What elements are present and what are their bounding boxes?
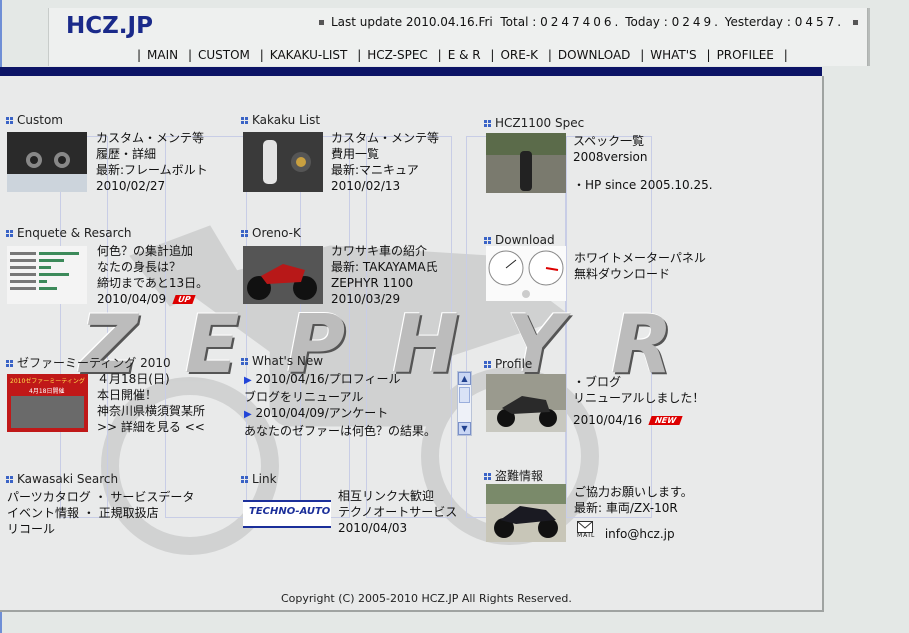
new-badge: NEW (648, 416, 683, 425)
email-address[interactable]: info@hcz.jp (605, 527, 675, 541)
nav-kakaku-list[interactable]: KAKAKU-LIST (270, 48, 348, 62)
blue-bullet-icon (484, 473, 491, 480)
blue-bullet-icon (241, 476, 248, 483)
blue-bullet-icon (484, 237, 491, 244)
news-item[interactable]: あなたのゼファーは何色？の結果。 (244, 423, 436, 437)
profile-thumbnail[interactable] (486, 374, 566, 432)
link-text[interactable]: 相互リンク大歓迎 テクノオートサービス 2010/04/03 (338, 488, 457, 536)
play-arrow-icon: ▶ (244, 375, 252, 386)
custom-text[interactable]: カスタム・メンテ等 履歴・詳細 最新:フレームボルト 2010/02/27 (96, 130, 208, 194)
nav-main[interactable]: MAIN (147, 48, 178, 62)
theft-text[interactable]: ご協力お願いします。 最新: 車両/ZX-10R (574, 484, 693, 516)
enquete-thumbnail[interactable] (7, 246, 87, 304)
scroll-down-button[interactable]: ▼ (458, 422, 471, 435)
today-value: 0249. (671, 15, 721, 29)
profile-text[interactable]: ・ブログ リニューアルしました！ 2010/04/16 NEW (573, 374, 704, 428)
section-title-meeting[interactable]: ゼファーミーティング 2010 (6, 354, 171, 371)
nav-whats[interactable]: WHAT'S (650, 48, 696, 62)
section-title-orenok[interactable]: Oreno-K (241, 226, 301, 240)
news-item[interactable]: ▶ 2010/04/16/プロフィール (244, 371, 436, 389)
kakaku-text[interactable]: カスタム・メンテ等 費用一覧 最新:マニキュア 2010/02/13 (331, 130, 439, 194)
blue-bullet-icon (6, 476, 13, 483)
blue-bullet-icon (241, 117, 248, 124)
blue-bullet-icon (484, 361, 491, 368)
section-title-theft[interactable]: 盗難情報 (484, 467, 543, 484)
section-title-download[interactable]: Download (484, 233, 555, 247)
news-item[interactable]: ブログをリニューアル (244, 389, 436, 405)
nav-ore-k[interactable]: ORE-K (500, 48, 538, 62)
blue-bullet-icon (6, 117, 13, 124)
square-bullet-icon (852, 18, 860, 26)
orenok-thumbnail[interactable] (243, 246, 323, 304)
spec-thumbnail[interactable] (486, 133, 566, 193)
blue-bullet-icon (6, 230, 13, 237)
square-bullet-icon (318, 18, 325, 26)
mail-contact[interactable]: MAIL info@hcz.jp (577, 521, 675, 541)
site-logo[interactable]: HCZ.JP (66, 13, 153, 39)
total-value: 0247406. (540, 15, 622, 29)
enquete-text[interactable]: 何色？の集計追加 なたの身長は？ 締切まであと13日。 2010/04/09 UP (97, 243, 208, 307)
custom-thumbnail[interactable] (7, 132, 87, 192)
scroll-up-button[interactable]: ▲ (458, 372, 471, 385)
scroll-thumb[interactable] (459, 387, 470, 403)
counter-status: Last update 2010.04.16.Fri Total : 02474… (318, 15, 860, 29)
kawasaki-links[interactable]: パーツカタログ ・ サービスデータ イベント情報 ・ 正規取扱店 リコール (7, 489, 194, 537)
whatsnew-scrollbar[interactable]: ▲ ▼ (457, 371, 472, 436)
last-update-value: 2010.04.16.Fri (405, 15, 493, 29)
mail-label: MAIL (577, 532, 596, 539)
meeting-text[interactable]: ４月18日(日) 本日開催！ 神奈川県横須賀某所 >> 詳細を見る << (97, 371, 205, 435)
section-title-link[interactable]: Link (241, 472, 277, 486)
spec-text[interactable]: スペック一覧 2008version ・HP since 2005.10.25. (573, 133, 713, 193)
yesterday-label: Yesterday : (724, 15, 791, 29)
nav-hcz-spec[interactable]: HCZ-SPEC (367, 48, 428, 62)
blue-bullet-icon (241, 358, 248, 365)
section-title-whatsnew[interactable]: What's New (241, 354, 323, 368)
section-title-kakaku[interactable]: Kakaku List (241, 113, 320, 127)
section-title-profile[interactable]: Profile (484, 357, 532, 371)
meeting-poster[interactable]: 2010ゼファーミーティング 4月18日開催 (7, 374, 88, 432)
nav-e-and-r[interactable]: E & R (448, 48, 481, 62)
download-text[interactable]: ホワイトメーターパネル 無料ダウンロード (574, 250, 706, 282)
nav-custom[interactable]: CUSTOM (198, 48, 250, 62)
yesterday-value: 0457. (794, 15, 845, 29)
section-title-custom[interactable]: Custom (6, 113, 63, 127)
techno-auto-banner[interactable]: TECHNO-AUTO (243, 500, 331, 528)
orenok-text[interactable]: カワサキ車の紹介 最新: TAKAYAMA氏 ZEPHYR 1100 2010/03… (331, 243, 438, 307)
up-badge: UP (172, 295, 197, 304)
nav-download[interactable]: DOWNLOAD (558, 48, 630, 62)
last-update-label: Last update (331, 15, 403, 29)
main-nav: | MAIN | CUSTOM | KAKAKU-LIST | HCZ-SPEC | E … (137, 48, 788, 62)
copyright-text: Copyright (C) 2005-2010 HCZ.JP All Right… (281, 592, 572, 605)
section-title-spec[interactable]: HCZ1100 Spec (484, 116, 584, 130)
section-title-enquete[interactable]: Enquete & Resarch (6, 226, 132, 240)
theft-thumbnail[interactable] (486, 484, 566, 542)
whatsnew-scrollbox[interactable]: ▶ 2010/04/16/プロフィール ブログをリニューアル ▶ 2010/04… (242, 371, 472, 437)
today-label: Today : (625, 15, 668, 29)
play-arrow-icon: ▶ (244, 409, 252, 420)
blue-bullet-icon (241, 230, 248, 237)
nav-profilee[interactable]: PROFILEE (717, 48, 774, 62)
navy-divider-bar (0, 67, 822, 76)
total-label: Total : (500, 15, 537, 29)
blue-bullet-icon (484, 120, 491, 127)
download-thumbnail[interactable] (486, 246, 566, 301)
kakaku-thumbnail[interactable] (243, 132, 323, 192)
blue-bullet-icon (6, 360, 13, 367)
news-item[interactable]: ▶ 2010/04/09/アンケート (244, 405, 436, 423)
section-title-kawasaki[interactable]: Kawasaki Search (6, 472, 118, 486)
